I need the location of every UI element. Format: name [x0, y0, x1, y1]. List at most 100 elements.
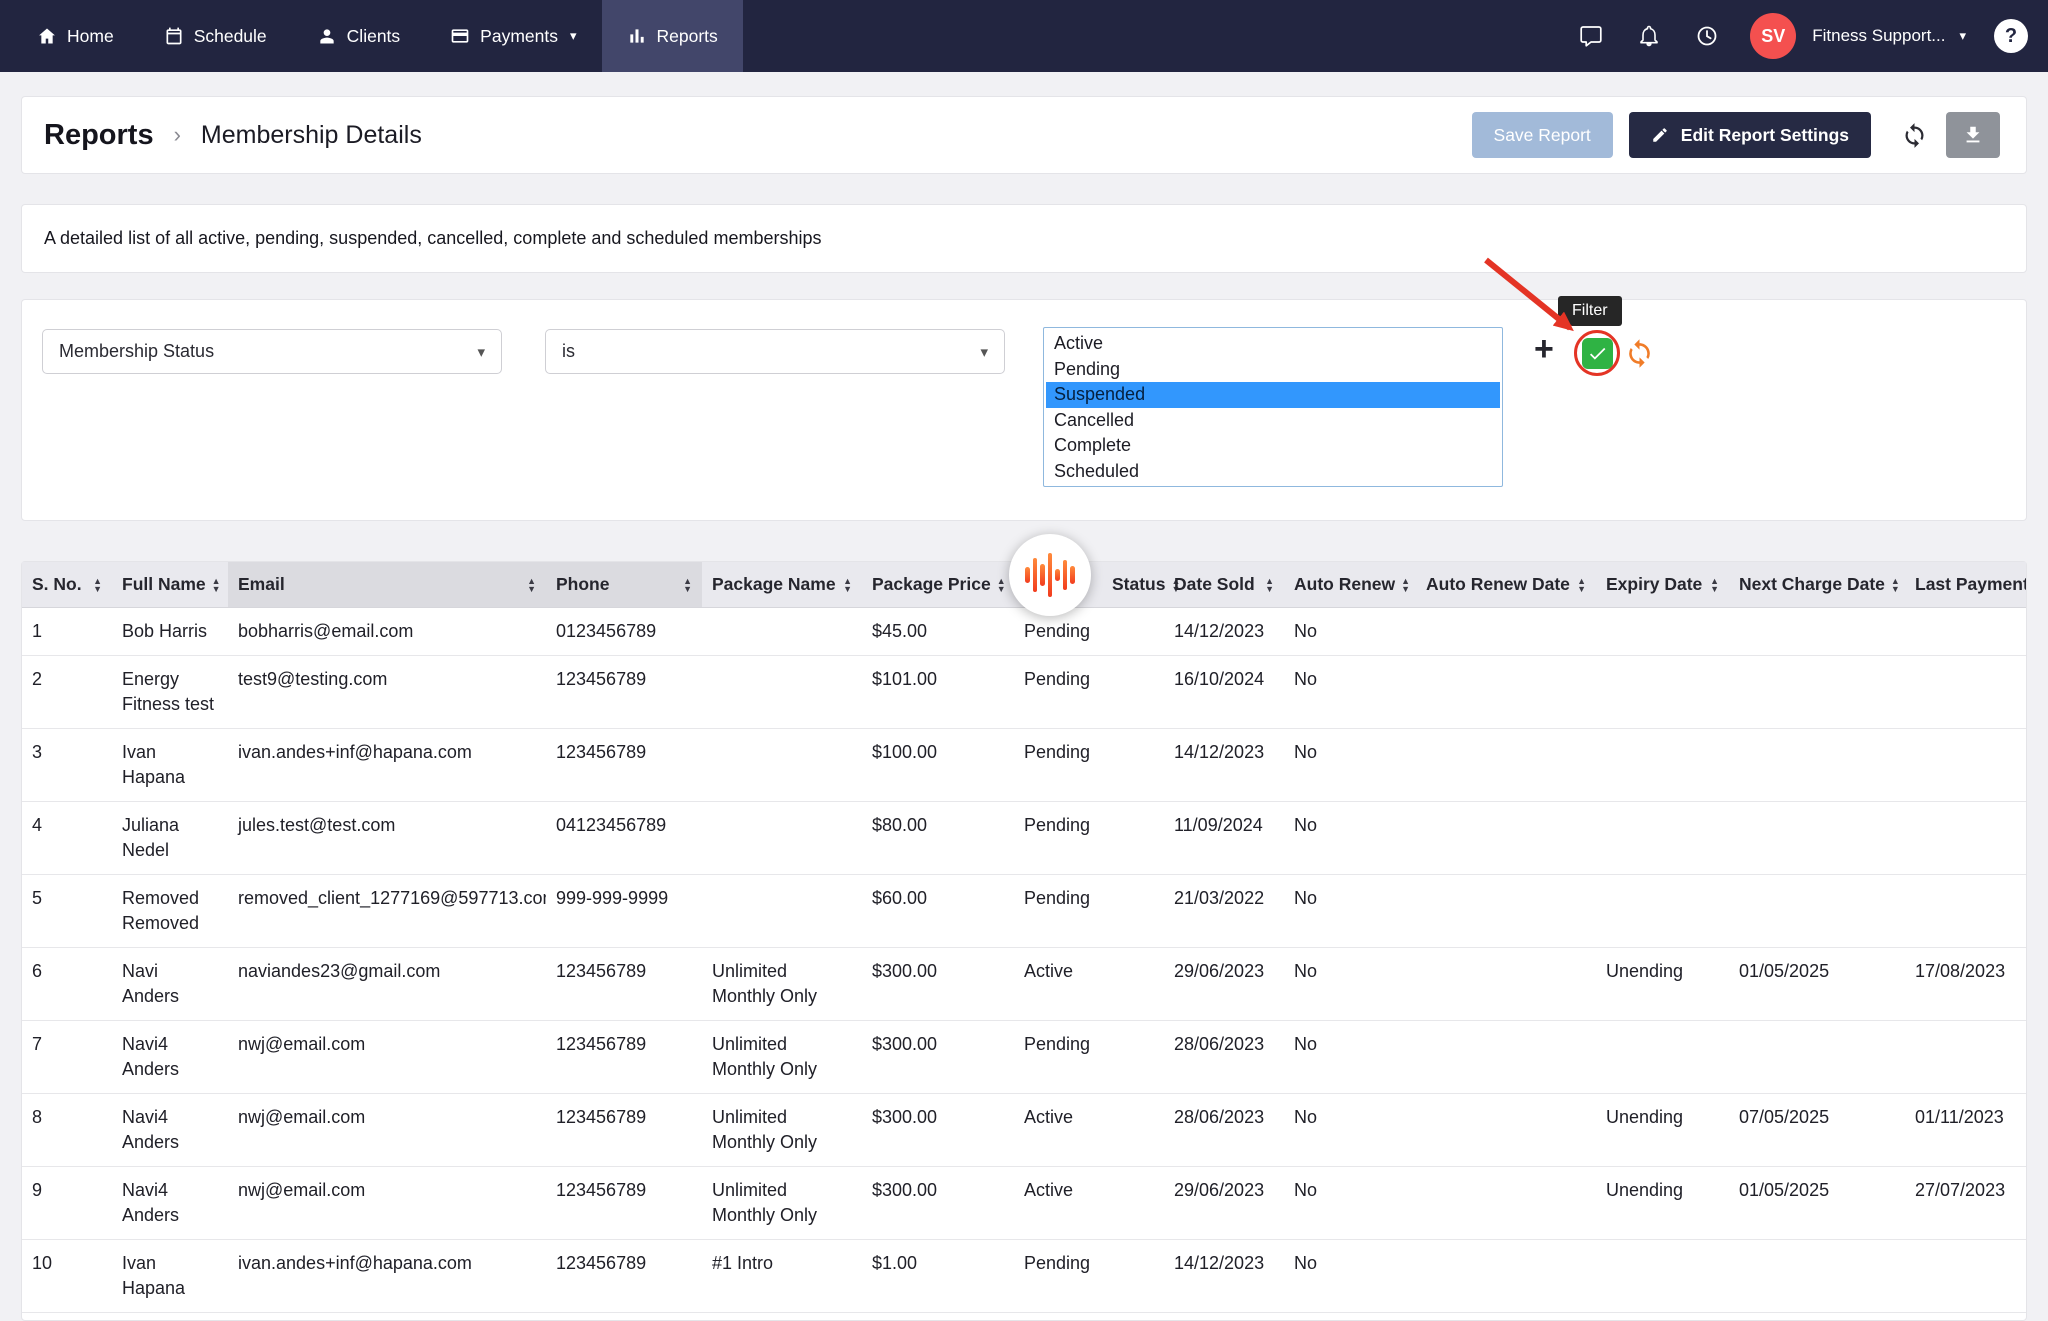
help-icon[interactable]: ?	[1994, 19, 2028, 53]
nav-item-clients[interactable]: Clients	[292, 0, 426, 72]
apply-filter-check-icon[interactable]	[1582, 338, 1613, 369]
table-cell: Active	[1014, 1167, 1164, 1240]
refresh-report-icon[interactable]	[1901, 122, 1928, 149]
table-cell	[1416, 875, 1596, 948]
clock-icon[interactable]	[1684, 13, 1730, 59]
sort-icon[interactable]: ▲▼	[1265, 577, 1274, 593]
column-header-auto-renew-date[interactable]: Auto Renew Date▲▼	[1416, 562, 1596, 608]
column-header-email[interactable]: Email▲▼	[228, 562, 546, 608]
add-filter-icon[interactable]: +	[1534, 332, 1554, 366]
column-header-s-no[interactable]: S. No.▲▼	[22, 562, 112, 608]
table-cell: 28/06/2023	[1164, 1094, 1284, 1167]
chevron-down-icon: ▾	[980, 343, 988, 361]
table-cell: 21/03/2022	[1164, 875, 1284, 948]
avatar[interactable]: SV	[1750, 13, 1796, 59]
reset-filter-sync-icon[interactable]	[1624, 338, 1655, 369]
table-cell: Pending	[1014, 1021, 1164, 1094]
table-cell: 14/12/2023	[1164, 729, 1284, 802]
page-title: Membership Details	[201, 121, 422, 150]
table-cell: 28/06/2023	[1164, 1021, 1284, 1094]
nav-item-schedule[interactable]: Schedule	[139, 0, 292, 72]
nav-item-payments[interactable]: Payments ▾	[425, 0, 601, 72]
sort-icon[interactable]: ▲▼	[843, 577, 852, 593]
table-row: 5Removed Removedremoved_client_1277169@5…	[22, 875, 2026, 948]
column-label: Full Name	[122, 574, 206, 595]
table-cell: 01/05/2025	[1729, 948, 1905, 1021]
user-menu-name[interactable]: Fitness Support...	[1812, 26, 1945, 46]
sort-icon[interactable]: ▲▼	[1891, 577, 1900, 593]
table-cell: Bob Harris	[112, 608, 228, 656]
table-scroll-area[interactable]: S. No.▲▼Full Name▲▼Email▲▼Phone▲▼Package…	[22, 562, 2026, 1320]
table-cell	[1729, 656, 1905, 729]
column-header-last-payment[interactable]: Last Payment▲▼	[1905, 562, 2026, 608]
column-header-phone[interactable]: Phone▲▼	[546, 562, 702, 608]
table-row: 8Navi4 Andersnwj@email.com123456789Unlim…	[22, 1094, 2026, 1167]
table-row: 2Energy Fitness testtest9@testing.com123…	[22, 656, 2026, 729]
table-cell: nwj@email.com	[228, 1167, 546, 1240]
sort-icon[interactable]: ▲▼	[93, 577, 102, 593]
table-cell	[1596, 729, 1729, 802]
table-cell	[1416, 1240, 1596, 1313]
table-cell: No	[1284, 1240, 1416, 1313]
table-cell: Pending	[1014, 875, 1164, 948]
sort-icon[interactable]: ▲▼	[683, 577, 692, 593]
column-header-expiry-date[interactable]: Expiry Date ▲▼	[1596, 562, 1729, 608]
sort-icon[interactable]: ▲▼	[997, 577, 1006, 593]
listbox-option-complete[interactable]: Complete	[1046, 433, 1500, 459]
listbox-option-suspended[interactable]: Suspended	[1046, 382, 1500, 408]
column-label: Expiry Date	[1606, 574, 1702, 595]
nav-item-reports[interactable]: Reports	[602, 0, 743, 72]
table-cell: 999-999-9999	[546, 875, 702, 948]
listbox-option-pending[interactable]: Pending	[1046, 357, 1500, 383]
save-report-button[interactable]: Save Report	[1472, 112, 1613, 158]
bell-icon[interactable]	[1626, 13, 1672, 59]
column-header-full-name[interactable]: Full Name ▲▼	[112, 562, 228, 608]
column-header-auto-renew[interactable]: Auto Renew▲▼	[1284, 562, 1416, 608]
table-cell: 123456789	[546, 656, 702, 729]
filter-field-select[interactable]: Membership Status ▾	[42, 329, 502, 374]
table-cell	[1905, 875, 2026, 948]
download-report-button[interactable]	[1946, 112, 2000, 158]
sort-icon[interactable]: ▲▼	[527, 577, 536, 593]
table-cell: Navi4 Anders	[112, 1167, 228, 1240]
nav-item-label: Schedule	[194, 26, 267, 47]
table-cell: $101.00	[862, 656, 1014, 729]
column-header-package-name[interactable]: Package Name▲▼	[702, 562, 862, 608]
table-cell	[1416, 656, 1596, 729]
filter-operator-select[interactable]: is ▾	[545, 329, 1005, 374]
table-row: 10Ivan Hapanaivan.andes+inf@hapana.com12…	[22, 1240, 2026, 1313]
nav-item-label: Clients	[347, 26, 401, 47]
sort-icon[interactable]: ▲▼	[1710, 577, 1719, 593]
column-header-date-sold[interactable]: Date Sold▲▼	[1164, 562, 1284, 608]
table-cell	[1416, 1094, 1596, 1167]
table-cell	[1905, 656, 2026, 729]
edit-report-settings-button[interactable]: Edit Report Settings	[1629, 112, 1871, 158]
chevron-down-icon[interactable]: ▾	[1959, 28, 1966, 44]
table-cell: 8	[22, 1094, 112, 1167]
table-cell	[1729, 608, 1905, 656]
column-header-next-charge-date[interactable]: Next Charge Date▲▼	[1729, 562, 1905, 608]
loading-spinner-icon	[1009, 534, 1091, 616]
nav-item-label: Home	[67, 26, 114, 47]
membership-status-listbox[interactable]: ActivePendingSuspendedCancelledCompleteS…	[1043, 327, 1503, 487]
listbox-option-scheduled[interactable]: Scheduled	[1046, 459, 1500, 485]
sort-icon[interactable]: ▲▼	[1577, 577, 1586, 593]
breadcrumb-reports-link[interactable]: Reports	[44, 119, 154, 152]
table-cell	[1596, 1240, 1729, 1313]
chevron-down-icon: ▾	[477, 343, 485, 361]
column-header-package-price[interactable]: Package Price▲▼	[862, 562, 1014, 608]
chat-icon[interactable]	[1568, 13, 1614, 59]
table-cell	[1416, 802, 1596, 875]
bar-chart-icon	[627, 26, 647, 46]
table-cell: Pending	[1014, 608, 1164, 656]
table-cell	[1729, 1240, 1905, 1313]
nav-item-home[interactable]: Home	[12, 0, 139, 72]
table-cell	[1905, 1240, 2026, 1313]
nav-item-label: Reports	[657, 26, 718, 47]
listbox-option-active[interactable]: Active	[1046, 331, 1500, 357]
table-row: 3Ivan Hapanaivan.andes+inf@hapana.com123…	[22, 729, 2026, 802]
sort-icon[interactable]: ▲▼	[212, 577, 221, 593]
listbox-option-cancelled[interactable]: Cancelled	[1046, 408, 1500, 434]
table-cell	[702, 875, 862, 948]
sort-icon[interactable]: ▲▼	[1401, 577, 1410, 593]
